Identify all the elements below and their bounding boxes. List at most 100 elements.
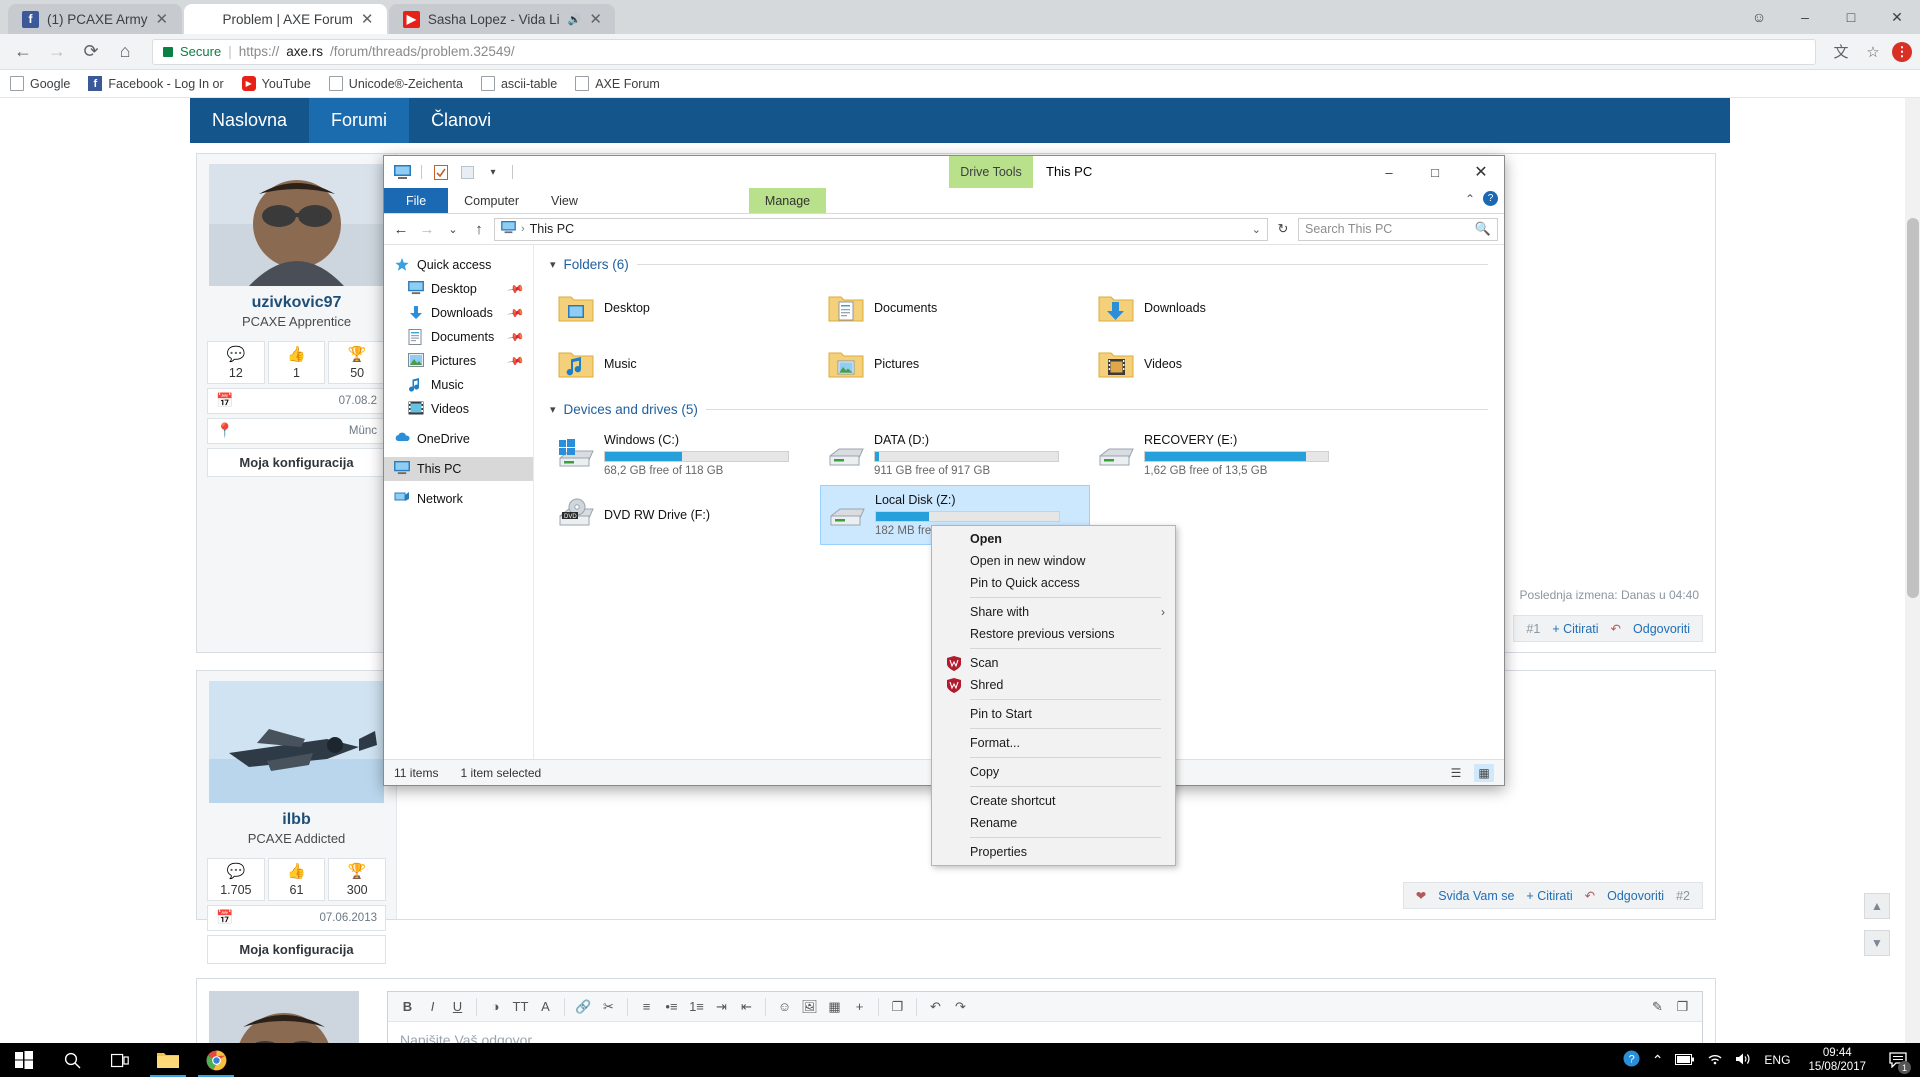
chevron-down-icon[interactable]: ⌄ xyxy=(1252,223,1261,236)
nav-forumi[interactable]: Forumi xyxy=(309,98,410,143)
context-menu-item-rename[interactable]: Rename xyxy=(932,812,1175,834)
sidebar-item-this-pc[interactable]: This PC xyxy=(384,457,533,481)
outdent-button[interactable]: ⇤ xyxy=(735,995,758,1018)
context-menu-item-restore-previous-versions[interactable]: Restore previous versions xyxy=(932,623,1175,645)
folder-item-videos[interactable]: Videos xyxy=(1090,336,1360,392)
folder-item-pictures[interactable]: Pictures xyxy=(820,336,1090,392)
reply-button[interactable]: Odgovoriti xyxy=(1607,889,1664,903)
folder-item-downloads[interactable]: Downloads xyxy=(1090,280,1360,336)
action-center-help-icon[interactable]: ? xyxy=(1623,1050,1640,1070)
close-icon[interactable]: ✕ xyxy=(361,12,375,27)
pin-icon[interactable]: 📌 xyxy=(507,328,526,347)
windows-start-icon[interactable] xyxy=(0,1043,48,1077)
collapse-ribbon-icon[interactable]: ⌃ xyxy=(1465,192,1475,206)
refresh-button[interactable]: ↻ xyxy=(1272,218,1294,240)
browser-tab-0[interactable]: f (1) PCAXE Army ✕ xyxy=(8,4,182,34)
chevron-down-icon[interactable]: ▾ xyxy=(550,258,556,271)
reload-button[interactable]: ⟳ xyxy=(76,37,106,67)
sidebar-item-videos[interactable]: Videos xyxy=(384,397,533,421)
close-icon[interactable]: ✕ xyxy=(156,12,170,27)
avatar[interactable] xyxy=(209,991,359,1043)
context-menu-item-pin-to-quick-access[interactable]: Pin to Quick access xyxy=(932,572,1175,594)
rich-text-editor[interactable]: B I U ◑ TT A 🔗 ✂ ≡ •≡ 1≡ ⇥ ⇤ ☺ 🖼 ▦ + ❐ ↶… xyxy=(387,991,1703,1043)
drives-group-header[interactable]: ▾ Devices and drives (5) xyxy=(550,402,1488,417)
font-size-button[interactable]: TT xyxy=(509,995,532,1018)
chevron-up-icon[interactable]: ⌃ xyxy=(1652,1052,1664,1069)
bold-button[interactable]: B xyxy=(396,995,419,1018)
recent-locations-icon[interactable]: ⌄ xyxy=(442,218,464,240)
post-username[interactable]: uzivkovic97 xyxy=(207,294,386,312)
bookmark-item[interactable]: AXE Forum xyxy=(575,76,660,91)
bookmark-item[interactable]: f Facebook - Log In or xyxy=(88,76,224,91)
properties-icon[interactable] xyxy=(431,162,451,182)
media-icon[interactable]: ▦ xyxy=(823,995,846,1018)
search-icon[interactable]: 🔍 xyxy=(1475,221,1491,237)
close-button[interactable]: ✕ xyxy=(1458,156,1504,188)
drive-item-data-d[interactable]: DATA (D:) 911 GB free of 917 GB xyxy=(820,425,1090,485)
pin-icon[interactable]: 📌 xyxy=(507,352,526,371)
maximize-button[interactable]: □ xyxy=(1412,156,1458,188)
breadcrumb-path[interactable]: This PC xyxy=(530,222,574,236)
sidebar-item-documents[interactable]: Documents 📌 xyxy=(384,325,533,349)
sidebar-item-network[interactable]: Network xyxy=(384,487,533,511)
undo-button[interactable]: ↶ xyxy=(924,995,947,1018)
chrome-icon[interactable] xyxy=(192,1043,240,1077)
reply-button[interactable]: Odgovoriti xyxy=(1633,622,1690,636)
volume-icon[interactable] xyxy=(1735,1052,1752,1069)
emoji-icon[interactable]: ☺ xyxy=(773,995,796,1018)
minimize-button[interactable]: – xyxy=(1782,0,1828,34)
browser-tab-2[interactable]: ▶ Sasha Lopez - Vida Li 🔊 ✕ xyxy=(388,4,616,34)
forward-button[interactable]: → xyxy=(42,37,72,67)
chrome-menu-icon[interactable]: ⋮ xyxy=(1892,41,1912,62)
folder-item-music[interactable]: Music xyxy=(550,336,820,392)
context-menu-item-open-in-new-window[interactable]: Open in new window xyxy=(932,550,1175,572)
page-scrollbar[interactable] xyxy=(1905,98,1920,1043)
italic-button[interactable]: I xyxy=(421,995,444,1018)
details-view-icon[interactable]: ☰ xyxy=(1446,764,1466,782)
drive-item-dvd-f[interactable]: DVD DVD RW Drive (F:) xyxy=(550,485,820,545)
pin-icon[interactable]: 📌 xyxy=(507,304,526,323)
context-menu-item-scan[interactable]: Scan xyxy=(932,652,1175,674)
font-family-button[interactable]: A xyxy=(534,995,557,1018)
scroll-down-button[interactable]: ▼ xyxy=(1864,930,1890,956)
large-icons-view-icon[interactable]: ▦ xyxy=(1474,763,1494,782)
context-menu-item-format[interactable]: Format... xyxy=(932,732,1175,754)
nav-clanovi[interactable]: Članovi xyxy=(409,98,513,143)
image-icon[interactable]: 🖼 xyxy=(798,995,821,1018)
sidebar-item-pictures[interactable]: Pictures 📌 xyxy=(384,349,533,373)
mute-icon[interactable]: 🔊 xyxy=(568,13,582,26)
back-button[interactable]: ← xyxy=(8,37,38,67)
folder-item-documents[interactable]: Documents xyxy=(820,280,1090,336)
context-menu-item-shred[interactable]: Shred xyxy=(932,674,1175,696)
folder-item-desktop[interactable]: Desktop xyxy=(550,280,820,336)
bookmark-star-icon[interactable]: ☆ xyxy=(1860,39,1886,65)
minimize-button[interactable]: – xyxy=(1366,156,1412,188)
drive-item-recovery-e[interactable]: RECOVERY (E:) 1,62 GB free of 13,5 GB xyxy=(1090,425,1360,485)
file-explorer-icon[interactable] xyxy=(144,1043,192,1077)
context-menu-item-pin-to-start[interactable]: Pin to Start xyxy=(932,703,1175,725)
scroll-up-button[interactable]: ▲ xyxy=(1864,893,1890,919)
home-button[interactable]: ⌂ xyxy=(110,37,140,67)
sidebar-item-desktop[interactable]: Desktop 📌 xyxy=(384,277,533,301)
account-icon[interactable]: ☺ xyxy=(1736,0,1782,34)
context-menu-item-copy[interactable]: Copy xyxy=(932,761,1175,783)
translate-icon[interactable]: 文 xyxy=(1828,39,1854,65)
context-menu-item-share-with[interactable]: Share with › xyxy=(932,601,1175,623)
unlink-icon[interactable]: ✂ xyxy=(597,995,620,1018)
drive-item-windows-c[interactable]: Windows (C:) 68,2 GB free of 118 GB xyxy=(550,425,820,485)
context-menu-item-open[interactable]: Open xyxy=(932,528,1175,550)
align-button[interactable]: ≡ xyxy=(635,995,658,1018)
like-button[interactable]: Sviđa Vam se xyxy=(1438,889,1514,903)
bookmark-item[interactable]: Unicode®-Zeichenta xyxy=(328,76,463,91)
address-breadcrumb[interactable]: › This PC ⌄ xyxy=(494,217,1268,241)
browser-tab-1[interactable]: ⛰ Problem | AXE Forum ✕ xyxy=(183,4,387,34)
ribbon-tab-computer[interactable]: Computer xyxy=(448,188,535,213)
redo-button[interactable]: ↷ xyxy=(949,995,972,1018)
post-username[interactable]: ilbb xyxy=(207,811,386,829)
insert-more-button[interactable]: + xyxy=(848,995,871,1018)
up-button[interactable]: ↑ xyxy=(468,218,490,240)
quote-button[interactable]: + Citirati xyxy=(1552,622,1598,636)
back-button[interactable]: ← xyxy=(390,218,412,240)
indent-button[interactable]: ⇥ xyxy=(710,995,733,1018)
reply-textarea[interactable]: Napišite Vaš odgovor... xyxy=(388,1022,1702,1043)
